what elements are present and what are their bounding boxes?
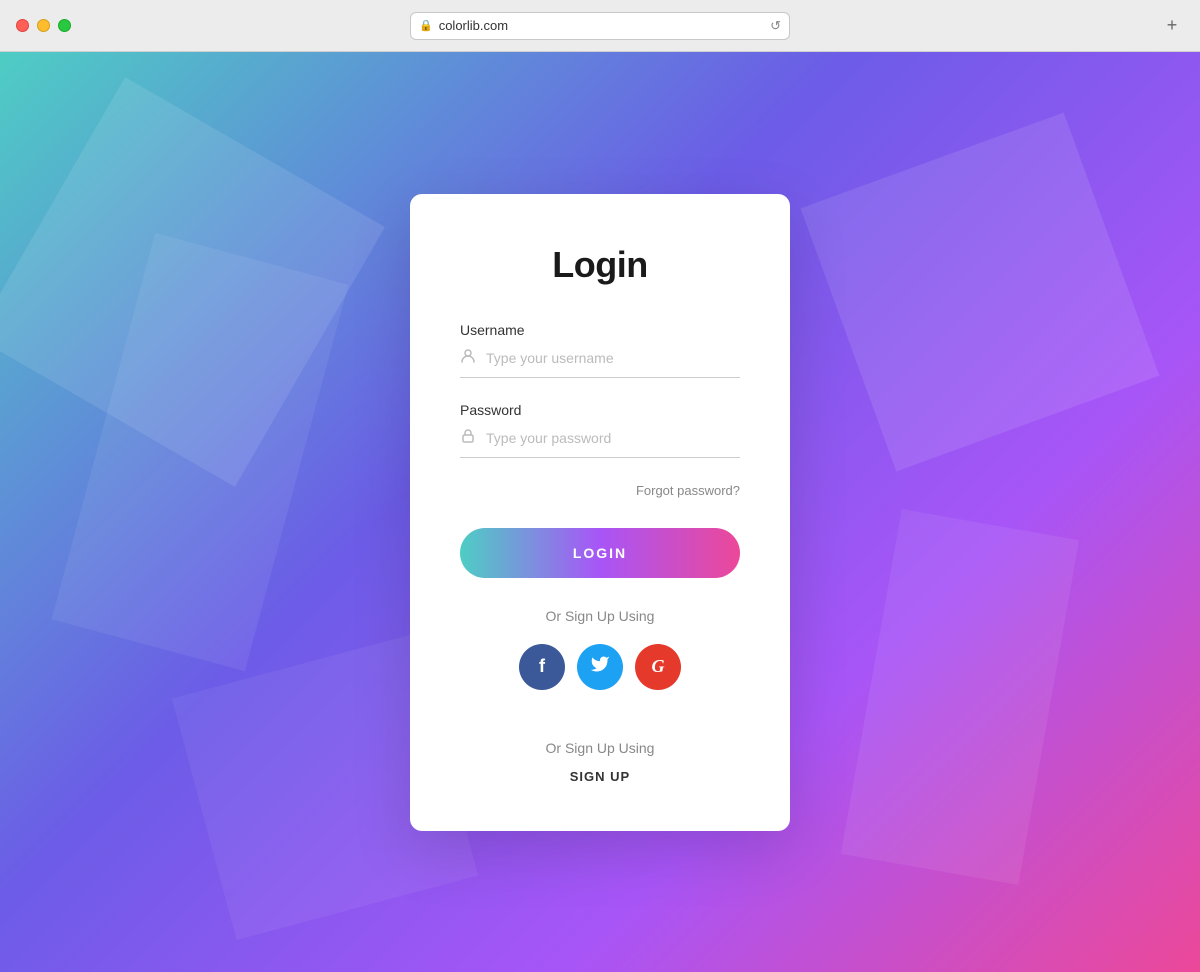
password-input-wrapper — [460, 428, 740, 458]
url-text: colorlib.com — [439, 18, 764, 33]
username-input-wrapper — [460, 348, 740, 378]
facebook-button[interactable]: f — [519, 644, 565, 690]
google-icon: G — [652, 656, 665, 677]
password-label: Password — [460, 402, 740, 418]
password-field-group: Password — [460, 402, 740, 458]
login-card: Login Username Password — [410, 194, 790, 831]
twitter-button[interactable] — [577, 644, 623, 690]
minimize-button[interactable] — [37, 19, 50, 32]
bg-shape-3 — [801, 113, 1160, 472]
reload-icon[interactable]: ↺ — [770, 18, 781, 34]
twitter-icon — [590, 654, 610, 679]
lock-icon: 🔒 — [419, 19, 433, 32]
username-field-group: Username — [460, 322, 740, 378]
login-title: Login — [460, 244, 740, 286]
forgot-password-link[interactable]: Forgot password? — [636, 483, 740, 498]
signup-section: Or Sign Up Using SIGN UP — [460, 740, 740, 786]
address-bar-container: 🔒 colorlib.com ↺ — [16, 12, 1184, 40]
page-background: Login Username Password — [0, 52, 1200, 972]
social-buttons-container: f G — [460, 644, 740, 690]
facebook-icon: f — [539, 656, 545, 677]
login-button[interactable]: LOGIN — [460, 528, 740, 578]
password-input[interactable] — [486, 430, 740, 446]
username-input[interactable] — [486, 350, 740, 366]
social-divider-text: Or Sign Up Using — [460, 608, 740, 624]
close-button[interactable] — [16, 19, 29, 32]
browser-chrome: 🔒 colorlib.com ↺ + — [0, 0, 1200, 52]
address-bar[interactable]: 🔒 colorlib.com ↺ — [410, 12, 790, 40]
google-button[interactable]: G — [635, 644, 681, 690]
signup-divider-text: Or Sign Up Using — [460, 740, 740, 756]
user-icon — [460, 348, 476, 369]
username-label: Username — [460, 322, 740, 338]
forgot-password-container: Forgot password? — [460, 482, 740, 500]
new-tab-button[interactable]: + — [1160, 14, 1184, 38]
bg-shape-4 — [841, 509, 1079, 885]
signup-link[interactable]: SIGN UP — [570, 769, 630, 784]
traffic-lights — [16, 19, 71, 32]
lock-icon — [460, 428, 476, 449]
maximize-button[interactable] — [58, 19, 71, 32]
